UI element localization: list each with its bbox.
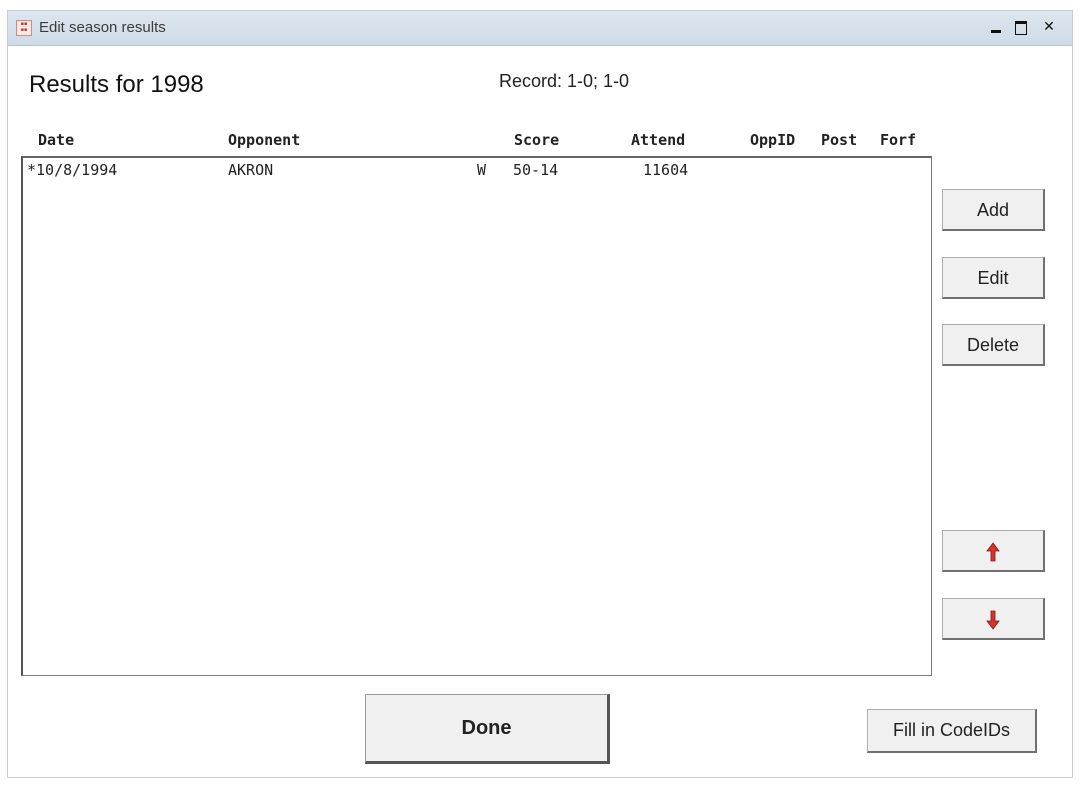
column-header-date: Date (38, 131, 75, 149)
add-button[interactable]: Add (942, 189, 1045, 231)
done-button[interactable]: Done (365, 694, 610, 764)
page-title: Results for 1998 (29, 71, 204, 98)
maximize-button[interactable] (1010, 17, 1032, 38)
column-header-forf: Forf (880, 131, 917, 149)
row-score: 50-14 (513, 161, 559, 179)
move-down-button[interactable] (942, 598, 1045, 640)
row-result: W (477, 161, 487, 179)
minimize-icon (991, 30, 1001, 33)
up-arrow-icon (986, 542, 1000, 562)
row-opponent: AKRON (228, 161, 274, 179)
column-header-post: Post (821, 131, 858, 149)
row-attend: 11604 (643, 161, 689, 179)
title-bar[interactable]: ▪▪ ▪▪ Edit season results ✕ (8, 11, 1072, 46)
column-header-score: Score (514, 131, 560, 149)
record-label: Record: 1-0; 1-0 (499, 71, 630, 91)
delete-button[interactable]: Delete (942, 324, 1045, 366)
row-date: *10/8/1994 (27, 161, 118, 179)
maximize-icon (1015, 21, 1027, 35)
close-button[interactable]: ✕ (1038, 17, 1060, 38)
edit-season-results-window: ▪▪ ▪▪ Edit season results ✕ Results for 1… (7, 10, 1073, 778)
column-header-attend: Attend (631, 131, 686, 149)
move-up-button[interactable] (942, 530, 1045, 572)
column-header-oppid: OppID (750, 131, 796, 149)
down-arrow-icon (986, 610, 1000, 630)
fill-in-codeids-button[interactable]: Fill in CodeIDs (867, 709, 1037, 753)
column-header-opponent: Opponent (228, 131, 301, 149)
edit-button[interactable]: Edit (942, 257, 1045, 299)
app-icon: ▪▪ ▪▪ (16, 20, 32, 36)
close-icon: ✕ (1043, 19, 1055, 35)
minimize-button[interactable] (985, 17, 1007, 38)
results-list[interactable]: *10/8/1994 AKRON W 50-14 11604 (21, 156, 932, 676)
window-title: Edit season results (39, 19, 166, 36)
list-item[interactable]: *10/8/1994 AKRON W 50-14 11604 (23, 161, 931, 183)
